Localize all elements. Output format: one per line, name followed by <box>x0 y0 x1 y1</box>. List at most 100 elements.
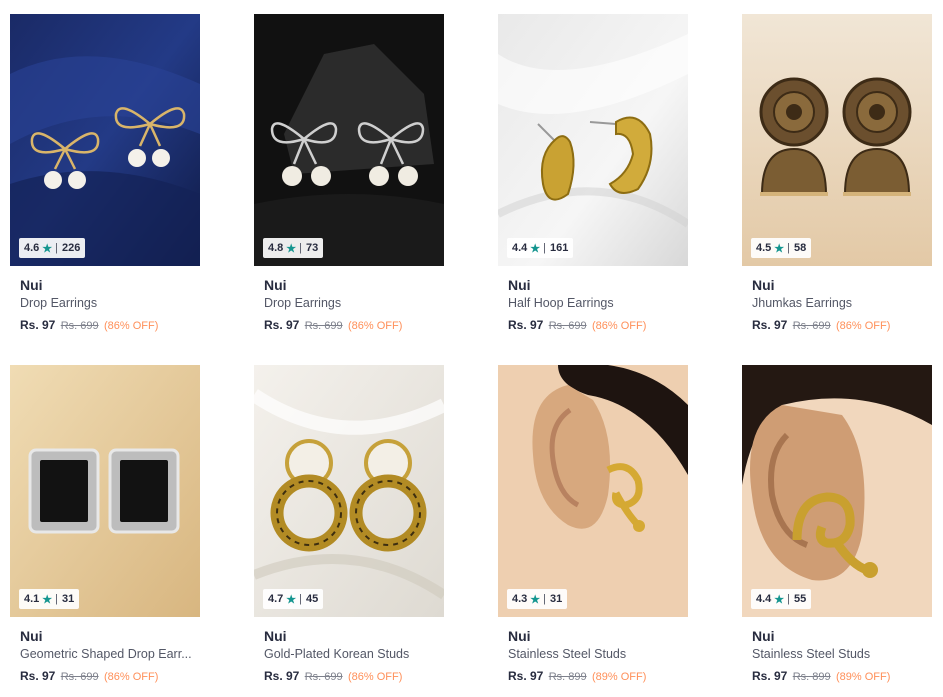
discount-label: (86% OFF) <box>347 671 403 683</box>
discount-label: (86% OFF) <box>103 671 159 683</box>
original-price: Rs. 699 <box>60 671 99 683</box>
product-price: Rs. 97 Rs. 699 (86% OFF) <box>264 317 444 334</box>
product-info: Nui Geometric Shaped Drop Earr... Rs. 97… <box>10 617 200 685</box>
product-image[interactable]: 4.6 ★ | 226 <box>10 14 200 266</box>
rating-value: 4.3 <box>512 593 528 605</box>
product-card[interactable]: 4.3 ★ | 31 Nui Stainless Steel Studs Rs.… <box>498 365 688 685</box>
divider: | <box>55 242 59 254</box>
product-image[interactable]: 4.4 ★ | 55 <box>742 365 932 617</box>
product-price: Rs. 97 Rs. 699 (86% OFF) <box>264 668 444 685</box>
star-icon: ★ <box>286 593 297 606</box>
divider: | <box>543 242 547 254</box>
original-price: Rs. 899 <box>792 671 831 683</box>
product-info: Nui Drop Earrings Rs. 97 Rs. 699 (86% OF… <box>254 266 444 334</box>
star-icon: ★ <box>286 242 297 255</box>
product-card[interactable]: 4.5 ★ | 58 Nui Jhumkas Earrings Rs. 97 R… <box>742 14 932 334</box>
star-icon: ★ <box>774 242 785 255</box>
product-price: Rs. 97 Rs. 899 (89% OFF) <box>508 668 688 685</box>
product-photo <box>742 14 932 266</box>
product-name: Jhumkas Earrings <box>752 296 853 310</box>
product-price: Rs. 97 Rs. 699 (86% OFF) <box>20 317 200 334</box>
selling-price: Rs. 97 <box>20 669 56 683</box>
rating-count: 55 <box>794 593 807 605</box>
product-grid: 4.6 ★ | 226 Nui Drop Earrings Rs. 97 Rs.… <box>0 0 943 697</box>
product-price: Rs. 97 Rs. 899 (89% OFF) <box>752 668 932 685</box>
rating-count: 58 <box>794 242 807 254</box>
product-card[interactable]: 4.6 ★ | 226 Nui Drop Earrings Rs. 97 Rs.… <box>10 14 200 334</box>
product-image[interactable]: 4.1 ★ | 31 <box>10 365 200 617</box>
divider: | <box>787 242 791 254</box>
product-card[interactable]: 4.7 ★ | 45 Nui Gold-Plated Korean Studs … <box>254 365 444 685</box>
product-image[interactable]: 4.3 ★ | 31 <box>498 365 688 617</box>
product-info: Nui Stainless Steel Studs Rs. 97 Rs. 899… <box>742 617 932 685</box>
product-info: Nui Drop Earrings Rs. 97 Rs. 699 (86% OF… <box>10 266 200 334</box>
product-info: Nui Stainless Steel Studs Rs. 97 Rs. 899… <box>498 617 688 685</box>
product-brand: Nui <box>20 277 43 293</box>
rating-count: 161 <box>550 242 569 254</box>
rating-value: 4.5 <box>756 242 772 254</box>
product-image[interactable]: 4.8 ★ | 73 <box>254 14 444 266</box>
product-card[interactable]: 4.4 ★ | 55 Nui Stainless Steel Studs Rs.… <box>742 365 932 685</box>
product-brand: Nui <box>752 277 775 293</box>
product-card[interactable]: 4.4 ★ | 161 Nui Half Hoop Earrings Rs. 9… <box>498 14 688 334</box>
selling-price: Rs. 97 <box>20 318 56 332</box>
star-icon: ★ <box>42 242 53 255</box>
rating-badge: 4.4 ★ | 55 <box>751 589 812 609</box>
original-price: Rs. 699 <box>60 320 99 332</box>
divider: | <box>543 593 547 605</box>
rating-badge: 4.8 ★ | 73 <box>263 238 324 258</box>
rating-badge: 4.6 ★ | 226 <box>19 238 86 258</box>
rating-value: 4.7 <box>268 593 284 605</box>
product-name: Gold-Plated Korean Studs <box>264 647 410 661</box>
original-price: Rs. 699 <box>304 320 343 332</box>
product-brand: Nui <box>508 628 531 644</box>
product-price: Rs. 97 Rs. 699 (86% OFF) <box>20 668 200 685</box>
star-icon: ★ <box>774 593 785 606</box>
product-name: Stainless Steel Studs <box>752 647 871 661</box>
discount-label: (86% OFF) <box>591 320 647 332</box>
rating-count: 73 <box>306 242 319 254</box>
original-price: Rs. 699 <box>548 320 587 332</box>
rating-badge: 4.5 ★ | 58 <box>751 238 812 258</box>
product-photo <box>254 14 444 266</box>
rating-value: 4.4 <box>512 242 528 254</box>
divider: | <box>299 242 303 254</box>
product-name: Half Hoop Earrings <box>508 296 614 310</box>
selling-price: Rs. 97 <box>264 318 300 332</box>
product-brand: Nui <box>20 628 43 644</box>
product-image[interactable]: 4.7 ★ | 45 <box>254 365 444 617</box>
rating-badge: 4.4 ★ | 161 <box>507 238 574 258</box>
product-image[interactable]: 4.4 ★ | 161 <box>498 14 688 266</box>
product-photo <box>10 365 200 617</box>
product-brand: Nui <box>264 628 287 644</box>
product-card[interactable]: 4.8 ★ | 73 Nui Drop Earrings Rs. 97 Rs. … <box>254 14 444 334</box>
star-icon: ★ <box>42 593 53 606</box>
original-price: Rs. 699 <box>304 671 343 683</box>
rating-value: 4.1 <box>24 593 40 605</box>
product-price: Rs. 97 Rs. 699 (86% OFF) <box>752 317 932 334</box>
rating-badge: 4.7 ★ | 45 <box>263 589 324 609</box>
discount-label: (86% OFF) <box>347 320 403 332</box>
product-name: Stainless Steel Studs <box>508 647 627 661</box>
product-info: Nui Half Hoop Earrings Rs. 97 Rs. 699 (8… <box>498 266 688 334</box>
discount-label: (86% OFF) <box>835 320 891 332</box>
selling-price: Rs. 97 <box>264 669 300 683</box>
product-image[interactable]: 4.5 ★ | 58 <box>742 14 932 266</box>
product-photo <box>498 365 688 617</box>
discount-label: (89% OFF) <box>835 671 891 683</box>
rating-count: 31 <box>550 593 563 605</box>
selling-price: Rs. 97 <box>508 318 544 332</box>
product-photo <box>10 14 200 266</box>
product-brand: Nui <box>752 628 775 644</box>
product-brand: Nui <box>508 277 531 293</box>
original-price: Rs. 899 <box>548 671 587 683</box>
rating-count: 226 <box>62 242 81 254</box>
star-icon: ★ <box>530 242 541 255</box>
original-price: Rs. 699 <box>792 320 831 332</box>
product-price: Rs. 97 Rs. 699 (86% OFF) <box>508 317 688 334</box>
discount-label: (89% OFF) <box>591 671 647 683</box>
product-photo <box>254 365 444 617</box>
product-info: Nui Gold-Plated Korean Studs Rs. 97 Rs. … <box>254 617 444 685</box>
discount-label: (86% OFF) <box>103 320 159 332</box>
product-card[interactable]: 4.1 ★ | 31 Nui Geometric Shaped Drop Ear… <box>10 365 200 685</box>
